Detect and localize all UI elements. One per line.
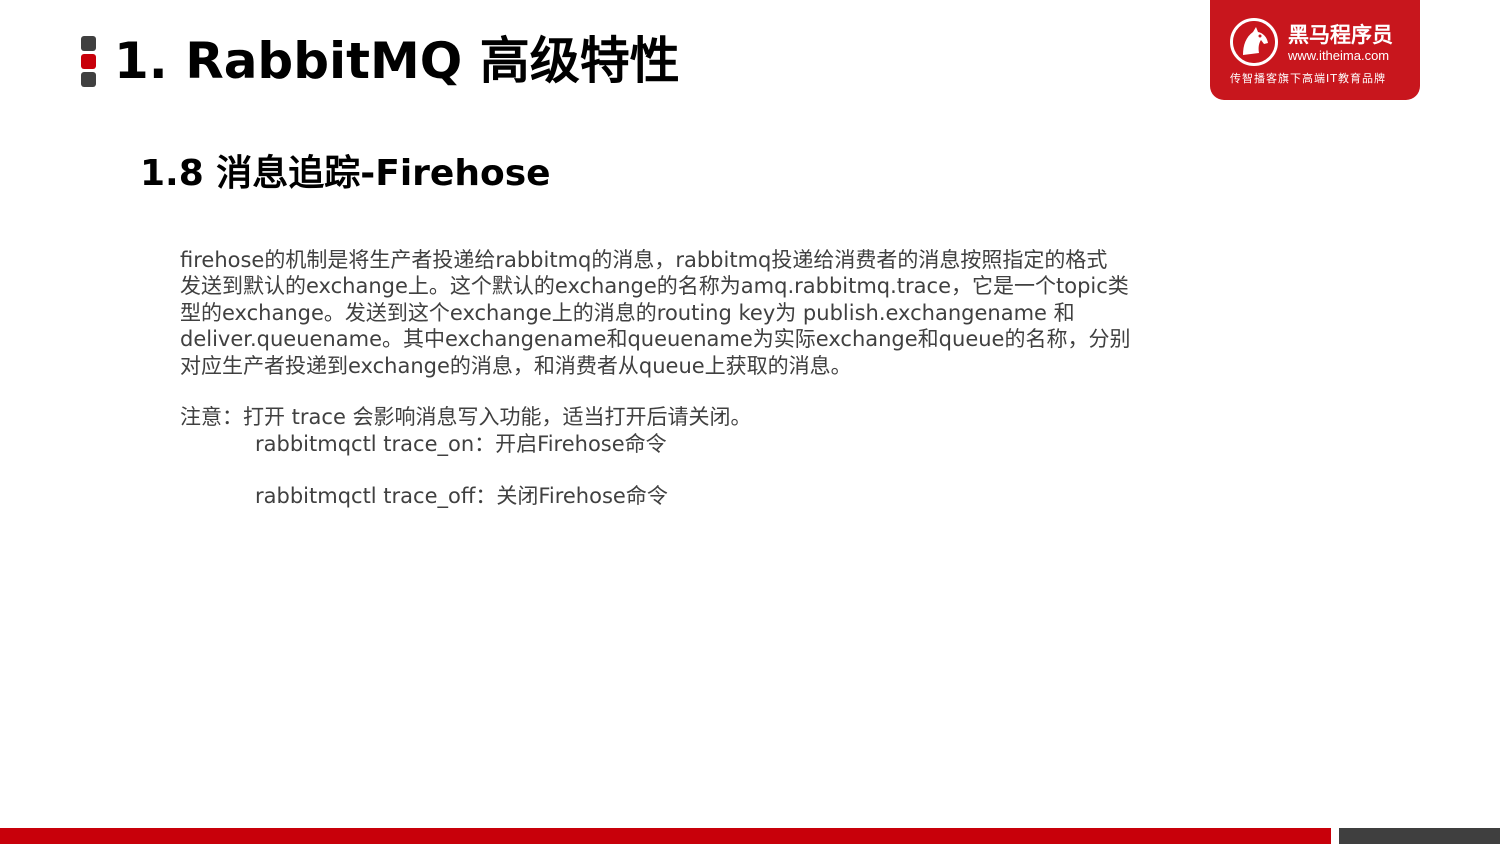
body-paragraph: firehose的机制是将生产者投递给rabbitmq的消息，rabbitmq投… [180, 247, 1160, 379]
title-marker-block-middle [81, 54, 96, 69]
body-line: deliver.queuename。其中exchangename和queuena… [180, 327, 1131, 352]
brand-tagline: 传智播客旗下高端IT教育品牌 [1230, 72, 1386, 85]
slide: 1. RabbitMQ 高级特性 黑马程序员 www.itheima.com 传… [0, 0, 1500, 844]
page-title: 1. RabbitMQ 高级特性 [114, 32, 680, 90]
note-text: 注意：打开 trace 会影响消息写入功能，适当打开后请关闭。 [180, 405, 752, 429]
title-marker-block-top [81, 36, 96, 51]
brand-logo: 黑马程序员 www.itheima.com 传智播客旗下高端IT教育品牌 [1210, 0, 1420, 100]
command-trace-on: rabbitmqctl trace_on：开启Firehose命令 [255, 432, 667, 456]
footer-bar-gray [1339, 828, 1500, 844]
body-line: 对应生产者投递到exchange的消息，和消费者从queue上获取的消息。 [180, 353, 852, 378]
command-trace-off: rabbitmqctl trace_off：关闭Firehose命令 [255, 484, 668, 508]
title-marker-block-bottom [81, 72, 96, 87]
body-line: 型的exchange。发送到这个exchange上的消息的routing key… [180, 300, 1075, 325]
brand-url: www.itheima.com [1288, 48, 1390, 63]
body-line: 发送到默认的exchange上。这个默认的exchange的名称为amq.rab… [180, 274, 1129, 299]
body-line: firehose的机制是将生产者投递给rabbitmq的消息，rabbitmq投… [180, 248, 1108, 272]
brand-name: 黑马程序员 [1288, 23, 1393, 47]
footer-bar-red [0, 828, 1331, 844]
section-title: 1.8 消息追踪-Firehose [140, 153, 551, 194]
title-marker [81, 36, 97, 88]
horse-head-icon [1230, 18, 1278, 66]
